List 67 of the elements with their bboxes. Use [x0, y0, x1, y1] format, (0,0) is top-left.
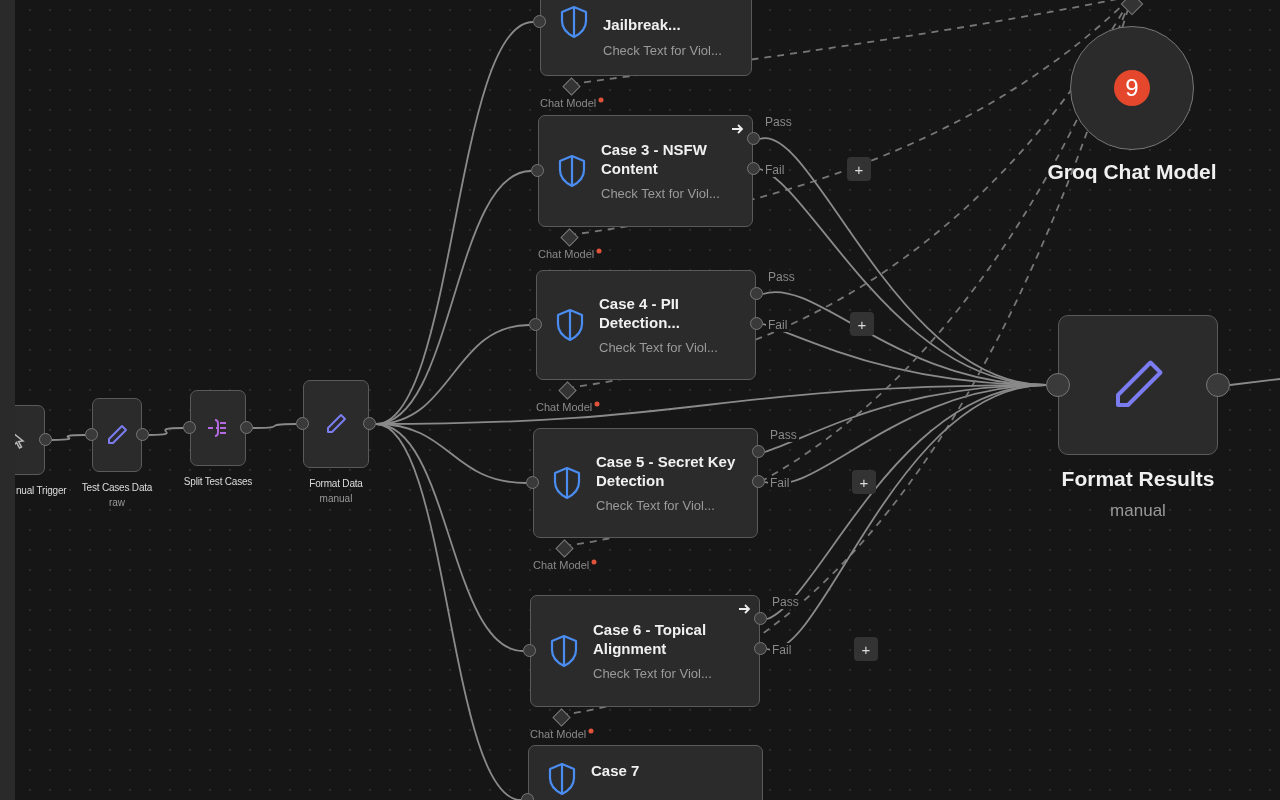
- node-label: Format Results: [1061, 467, 1215, 491]
- pen-icon: [105, 423, 129, 447]
- required-icon: [588, 728, 595, 734]
- guardrail-node[interactable]: Case 7: [528, 745, 763, 800]
- shield-icon: [552, 466, 582, 500]
- guardrail-node[interactable]: Case 4 - PII Detection... Check Text for Viol...: [536, 270, 756, 380]
- output-port[interactable]: [1206, 373, 1230, 397]
- node-description: Check Text for Viol...: [596, 498, 716, 514]
- node-title: Case 6 - Topical Alignment: [593, 620, 708, 659]
- shield-icon: [557, 154, 587, 188]
- required-icon: [598, 97, 605, 103]
- guardrail-node[interactable]: Jailbreak... Check Text for Viol...: [540, 0, 752, 76]
- guardrail-node[interactable]: Case 5 - Secret Key Detection Check Text for Viol...: [533, 428, 758, 538]
- output-label: Pass: [768, 428, 799, 442]
- node-label: Groq Chat Model: [1046, 160, 1218, 184]
- output-label: Pass: [763, 115, 794, 129]
- node-title: Case 7: [591, 762, 640, 781]
- node-title: Case 4 - PII Detection...: [599, 294, 681, 333]
- node-description: Check Text for Viol...: [601, 186, 721, 202]
- required-icon: [591, 559, 598, 565]
- node-label: nual Trigger: [16, 485, 67, 496]
- input-label: Chat Model: [533, 559, 590, 571]
- node-title: Case 5 - Secret Key Detection: [596, 452, 736, 491]
- workflow-node[interactable]: [190, 390, 246, 466]
- add-button[interactable]: +: [854, 637, 878, 661]
- shield-icon: [555, 308, 585, 342]
- shield-icon: [549, 634, 579, 668]
- input-label: Chat Model: [530, 728, 587, 740]
- workflow-node[interactable]: [92, 398, 142, 472]
- output-label: Fail: [763, 163, 787, 177]
- input-port[interactable]: [1046, 373, 1070, 397]
- arrow-right-icon[interactable]: [737, 602, 751, 616]
- arrow-right-icon[interactable]: [730, 122, 744, 136]
- workflow-node[interactable]: [303, 380, 369, 468]
- output-label: Fail: [768, 476, 792, 490]
- node-title: Case 3 - NSFW Content: [601, 140, 708, 179]
- output-label: Pass: [766, 270, 797, 284]
- input-label: Chat Model: [540, 97, 597, 109]
- node-label: Test Cases Data: [81, 482, 153, 493]
- output-label: Fail: [770, 643, 794, 657]
- shield-icon: [559, 5, 589, 39]
- node-label: Split Test Cases: [183, 476, 253, 487]
- node-title: Jailbreak...: [603, 16, 682, 35]
- input-label: Chat Model: [536, 401, 593, 413]
- node-description: Check Text for Viol...: [593, 666, 713, 682]
- add-button[interactable]: +: [850, 312, 874, 336]
- add-button[interactable]: +: [852, 470, 876, 494]
- logo-badge: 9: [1114, 70, 1150, 106]
- input-label: Chat Model: [538, 248, 595, 260]
- output-label: Fail: [766, 318, 790, 332]
- required-icon: [594, 401, 601, 407]
- workflow-node[interactable]: [1058, 315, 1218, 455]
- node-subtitle: manual: [1110, 501, 1166, 521]
- pen-icon: [324, 412, 348, 436]
- node-subtitle: raw: [108, 497, 126, 508]
- add-button[interactable]: +: [847, 157, 871, 181]
- node-description: Check Text for Viol...: [603, 42, 722, 58]
- chat-model-node[interactable]: 9: [1070, 26, 1194, 150]
- node-subtitle: manual: [319, 493, 353, 504]
- shield-icon: [547, 762, 577, 796]
- guardrail-node[interactable]: Case 3 - NSFW Content Check Text for Viol...: [538, 115, 753, 227]
- model-output-port[interactable]: [1120, 0, 1144, 16]
- output-label: Pass: [770, 595, 801, 609]
- guardrail-node[interactable]: Case 6 - Topical Alignment Check Text for Viol...: [530, 595, 760, 707]
- node-label: Format Data: [309, 478, 363, 489]
- node-description: Check Text for Viol...: [599, 340, 719, 356]
- required-icon: [596, 248, 603, 254]
